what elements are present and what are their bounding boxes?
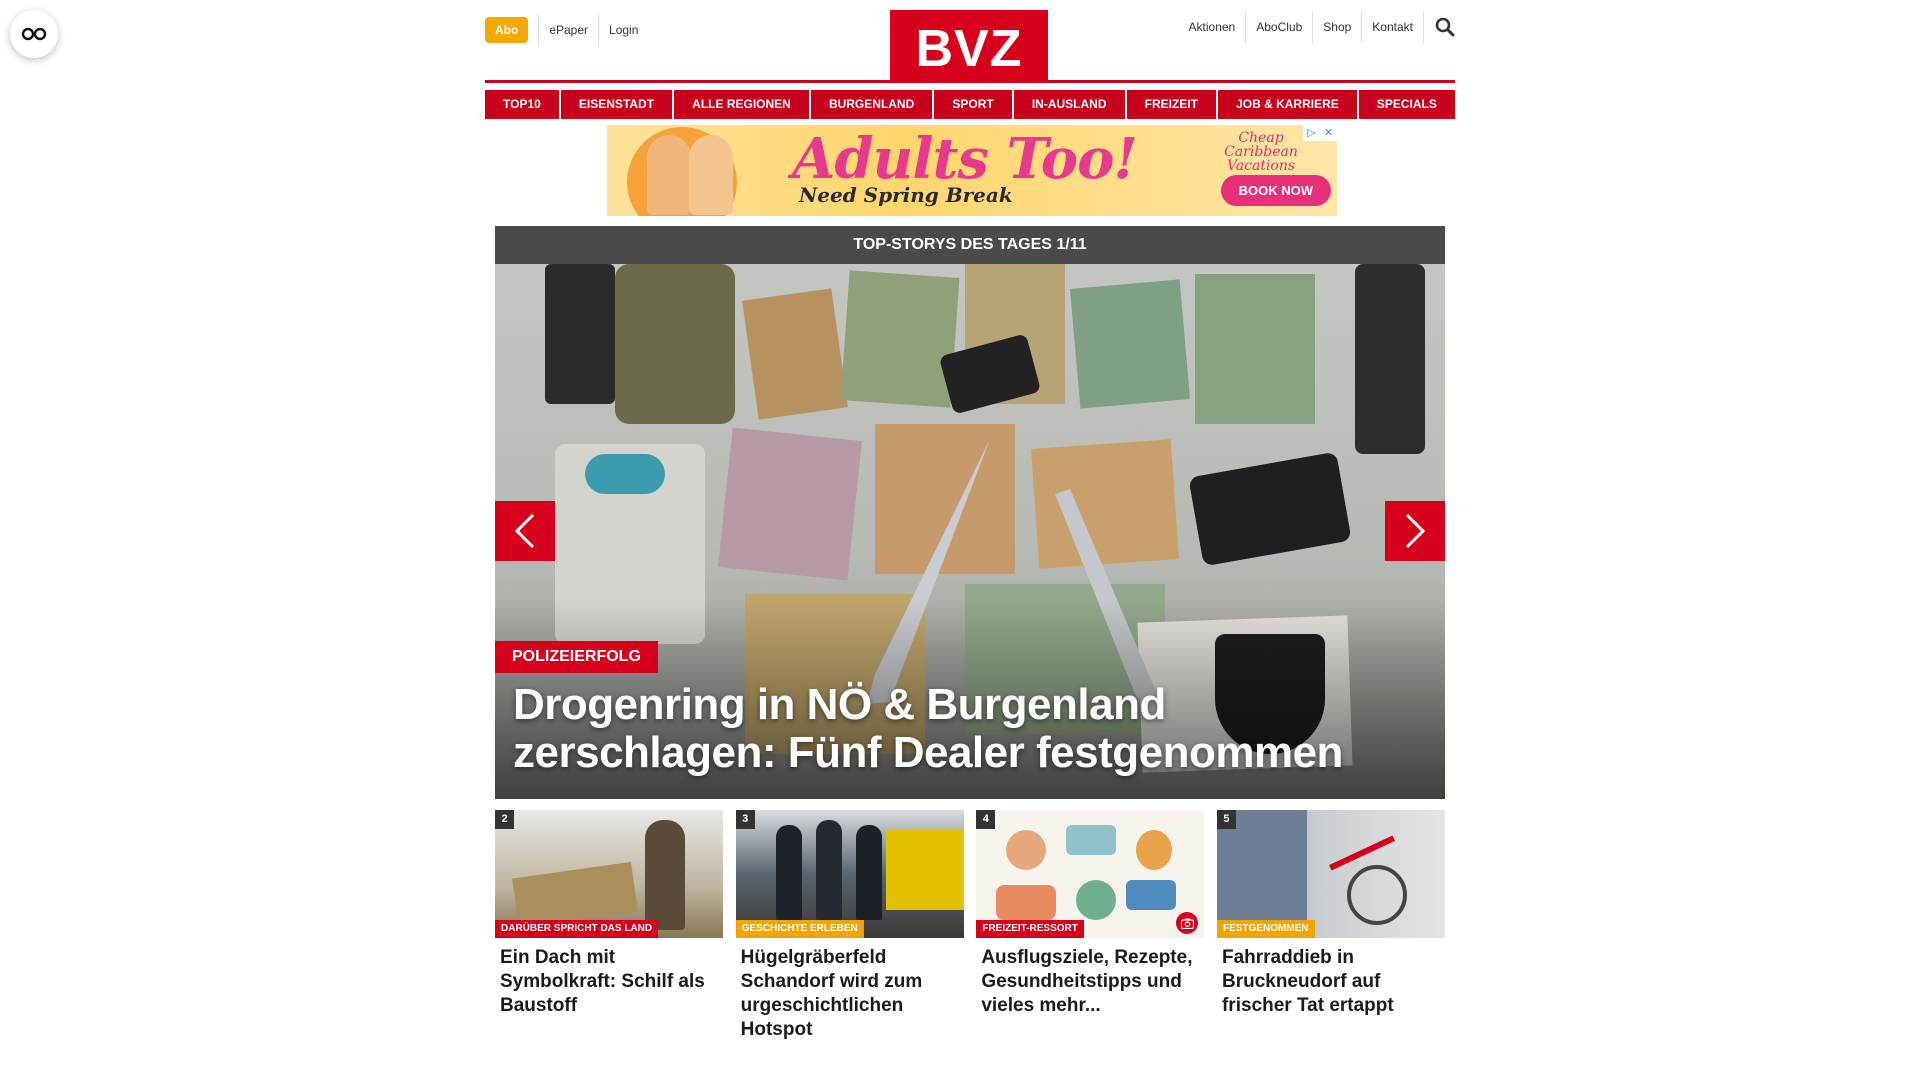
teaser-title[interactable]: Ausflugsziele, Rezepte, Gesundheitstipps… [976, 946, 1204, 1018]
reader-mode-button[interactable] [10, 10, 58, 58]
ad-banner[interactable]: Adults Too! Need Spring Break Cheap Cari… [607, 125, 1337, 216]
teaser-photo-element [815, 820, 842, 920]
hero-story[interactable]: POLIZEIERFOLG Drogenring in NÖ & Burgenl… [495, 264, 1445, 799]
shop-link[interactable]: Shop [1312, 11, 1361, 43]
ad-illustration-person [689, 135, 733, 215]
teaser-thumbnail: 4 FREIZEIT-RESSORT [976, 810, 1205, 938]
nav-item-top10[interactable]: TOP10 [485, 90, 559, 119]
teaser-thumbnail: 3 GESCHICHTE ERLEBEN [735, 810, 964, 938]
search-icon [1435, 17, 1455, 37]
site-header: Abo ePaper Login BVZ Aktionen AboClub Sh… [485, 0, 1455, 216]
login-link[interactable]: Login [598, 14, 648, 46]
ad-book-now-button[interactable]: BOOK NOW [1220, 175, 1331, 206]
epaper-link[interactable]: ePaper [538, 14, 598, 46]
nav-item-alle-regionen[interactable]: ALLE REGIONEN [674, 90, 809, 119]
ad-headline: Adults Too! [792, 126, 1138, 192]
teaser-number: 4 [976, 810, 996, 829]
teaser-tag: FREIZEIT-RESSORT [976, 920, 1084, 938]
teaser-tag: GESCHICHTE ERLEBEN [735, 920, 864, 938]
nav-item-in-ausland[interactable]: IN-AUSLAND [1013, 90, 1125, 119]
nav-item-freizeit[interactable]: FREIZEIT [1126, 90, 1216, 119]
teaser-photo-element [645, 820, 685, 930]
teaser-card[interactable]: 4 FREIZEIT-RESSORT Ausflugsziele, Rezept… [976, 810, 1205, 1042]
teaser-card[interactable]: 5 FESTGENOMMEN Fahrraddieb in Bruckneudo… [1216, 810, 1445, 1042]
kontakt-link[interactable]: Kontakt [1361, 11, 1423, 43]
slider-prev-button[interactable] [495, 501, 555, 561]
camera-icon [1176, 912, 1199, 934]
nav-item-job-karriere[interactable]: JOB & KARRIERE [1218, 90, 1357, 119]
aboclub-link[interactable]: AboClub [1245, 11, 1312, 43]
top-stories-slider: TOP-STORYS DES TAGES 1/11 POLIZEIERFOLG … [495, 226, 1445, 799]
teaser-photo-element [1006, 830, 1047, 870]
teaser-photo-element [996, 885, 1057, 920]
aktionen-link[interactable]: Aktionen [1179, 11, 1246, 43]
top-left-links: Abo ePaper Login [485, 14, 648, 46]
chevron-right-icon [1405, 513, 1426, 549]
ad-controls: ▷ ✕ [1303, 125, 1337, 141]
teaser-tag: DARÜBER SPRICHT DAS LAND [495, 920, 659, 938]
teaser-number: 2 [495, 810, 514, 829]
teaser-photo-element [1136, 830, 1173, 870]
teaser-photo-element [775, 825, 802, 920]
top-right-links: Aktionen AboClub Shop Kontakt [1179, 11, 1455, 43]
top-stories-heading: TOP-STORYS DES TAGES 1/11 [495, 226, 1445, 264]
slider-next-button[interactable] [1385, 501, 1445, 561]
teaser-photo-element [1126, 880, 1177, 910]
teaser-photo-element [1216, 810, 1307, 938]
adchoices-icon[interactable]: ▷ [1303, 125, 1320, 141]
teaser-photo-element [512, 861, 638, 929]
ad-subline: Need Spring Break [799, 183, 1013, 207]
teaser-tag: FESTGENOMMEN [1216, 920, 1315, 938]
teaser-number: 5 [1216, 810, 1236, 829]
nav-item-burgenland[interactable]: BURGENLAND [810, 90, 933, 119]
abo-button[interactable]: Abo [485, 17, 529, 43]
chevron-left-icon [514, 513, 535, 549]
teaser-title[interactable]: Ein Dach mit Symbolkraft: Schilf als Bau… [495, 946, 723, 1018]
teaser-thumbnail: 2 DARÜBER SPRICHT DAS LAND [495, 810, 723, 938]
nav-item-eisenstadt[interactable]: EISENSTADT [560, 90, 673, 119]
ad-illustration-person [647, 135, 691, 215]
hero-headline[interactable]: Drogenring in NÖ & Burgenland zerschlage… [513, 681, 1413, 777]
teaser-card[interactable]: 3 GESCHICHTE ERLEBEN Hügelgräberfeld Sch… [735, 810, 964, 1042]
teaser-photo-element [885, 830, 964, 910]
close-icon[interactable]: ✕ [1320, 125, 1337, 141]
search-button[interactable] [1423, 11, 1455, 43]
teaser-row: 2 DARÜBER SPRICHT DAS LAND Ein Dach mit … [495, 810, 1445, 1042]
nav-item-sport[interactable]: SPORT [934, 90, 1012, 119]
glasses-icon [21, 27, 47, 41]
teaser-photo-element [855, 825, 882, 920]
teaser-thumbnail: 5 FESTGENOMMEN [1216, 810, 1445, 938]
main-navigation: TOP10 EISENSTADT ALLE REGIONEN BURGENLAN… [485, 90, 1455, 119]
teaser-photo-element [1346, 865, 1407, 925]
bvz-logo[interactable]: BVZ [890, 10, 1048, 83]
teaser-number: 3 [735, 810, 755, 829]
teaser-card[interactable]: 2 DARÜBER SPRICHT DAS LAND Ein Dach mit … [495, 810, 723, 1042]
hero-kicker: POLIZEIERFOLG [495, 641, 658, 673]
top-bar: Abo ePaper Login BVZ Aktionen AboClub Sh… [485, 0, 1455, 83]
nav-item-specials[interactable]: SPECIALS [1358, 90, 1455, 119]
teaser-title[interactable]: Hügelgräberfeld Schandorf wird zum urges… [736, 946, 964, 1042]
teaser-photo-element [1076, 880, 1117, 920]
teaser-title[interactable]: Fahrraddieb in Bruckneudorf auf frischer… [1217, 946, 1445, 1018]
teaser-photo-element [1066, 825, 1117, 855]
